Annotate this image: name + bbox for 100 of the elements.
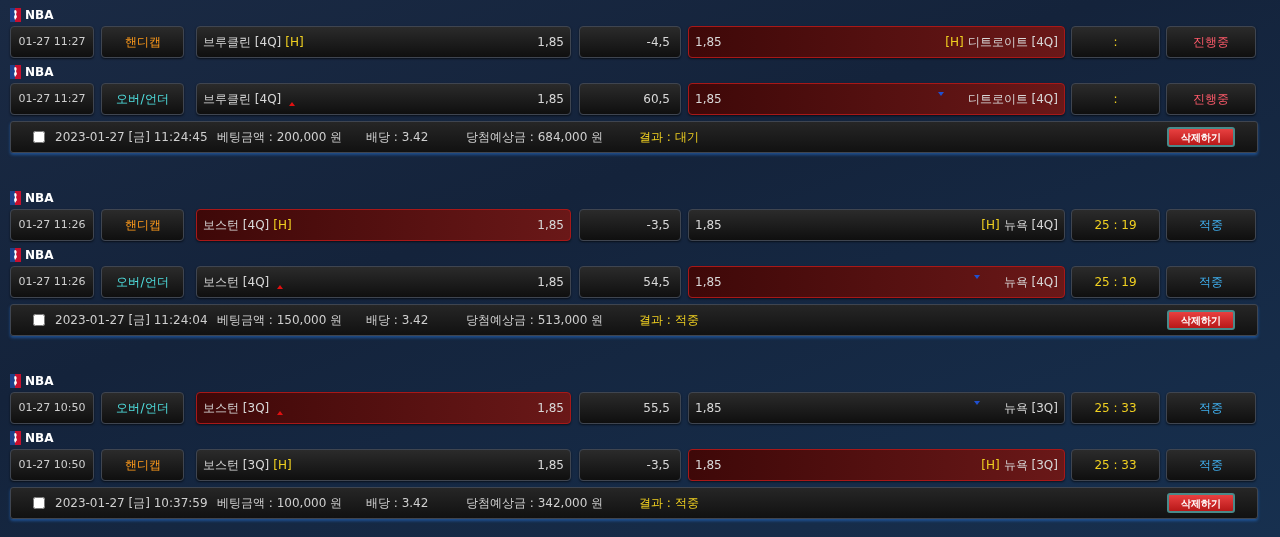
away-odds-button[interactable]: 1,85 [H] 디트로이트 [4Q] bbox=[688, 26, 1065, 58]
league-label: NBA bbox=[25, 190, 54, 207]
line-cell: -3,5 bbox=[579, 449, 681, 481]
away-tag: [H] bbox=[981, 216, 1000, 234]
league-label: NBA bbox=[25, 64, 54, 81]
select-checkbox[interactable] bbox=[33, 497, 45, 509]
delete-button[interactable]: 삭제하기 bbox=[1167, 127, 1235, 147]
away-odds-button[interactable]: 1,85 [H] 뉴욕 [3Q] bbox=[688, 449, 1065, 481]
home-odds-button[interactable]: 보스턴 [3Q] [H] 1,85 bbox=[196, 449, 571, 481]
status-cell: 진행중 bbox=[1166, 83, 1256, 115]
away-odds-button[interactable]: 1,85 [H] 뉴욕 [4Q] bbox=[688, 209, 1065, 241]
home-odds-button[interactable]: 브루클린 [4Q] 1,85 bbox=[196, 83, 571, 115]
odds-value: 1,85 bbox=[537, 91, 564, 108]
bet-result: 결과 : 대기 bbox=[639, 129, 699, 146]
team-name: 보스턴 [3Q] bbox=[203, 457, 270, 474]
league-logo-icon bbox=[10, 374, 21, 388]
odds-total: 배당 : 3.42 bbox=[366, 495, 430, 512]
time-cell: 01-27 10:50 bbox=[10, 449, 94, 481]
bet-result: 결과 : 적중 bbox=[639, 312, 699, 329]
bet-result: 결과 : 적중 bbox=[639, 495, 699, 512]
status-cell: 진행중 bbox=[1166, 26, 1256, 58]
league-label: NBA bbox=[25, 373, 54, 390]
away-odds-button[interactable]: 1,85 뉴욕 [3Q] bbox=[688, 392, 1065, 424]
league-logo-icon bbox=[10, 431, 21, 445]
up-arrow-icon bbox=[289, 102, 296, 106]
home-odds-button[interactable]: 브루클린 [4Q] [H] 1,85 bbox=[196, 26, 571, 58]
down-arrow-icon bbox=[937, 92, 944, 96]
bet-amount: 베팅금액 : 200,000 원 bbox=[217, 129, 344, 146]
odds-total: 배당 : 3.42 bbox=[366, 129, 430, 146]
time-cell: 01-27 11:27 bbox=[10, 26, 94, 58]
line-cell: 54,5 bbox=[579, 266, 681, 298]
team-name: 뉴욕 [4Q] bbox=[1003, 217, 1058, 234]
line-cell: -3,5 bbox=[579, 209, 681, 241]
score-cell: 25 : 33 bbox=[1071, 392, 1160, 424]
team-name: 보스턴 [4Q] bbox=[203, 217, 270, 234]
score-cell: 25 : 19 bbox=[1071, 266, 1160, 298]
status-cell: 적중 bbox=[1166, 209, 1256, 241]
line-cell: 60,5 bbox=[579, 83, 681, 115]
away-tag: [H] bbox=[981, 456, 1000, 474]
away-odds-button[interactable]: 1,85 디트로이트 [4Q] bbox=[688, 83, 1065, 115]
odds-value: 1,85 bbox=[537, 400, 564, 417]
bet-amount: 베팅금액 : 100,000 원 bbox=[217, 495, 344, 512]
up-arrow-icon bbox=[277, 285, 284, 289]
odds-value: 1,85 bbox=[537, 457, 564, 474]
up-arrow-icon bbox=[277, 411, 284, 415]
odds-value: 1,85 bbox=[537, 217, 564, 234]
score-cell: : bbox=[1071, 26, 1160, 58]
odds-value: 1,85 bbox=[695, 91, 722, 108]
bet-datetime: 2023-01-27 [금] 11:24:45 bbox=[55, 129, 209, 146]
odds-value: 1,85 bbox=[695, 457, 722, 474]
status-cell: 적중 bbox=[1166, 449, 1256, 481]
bet-type-cell: 핸디캡 bbox=[101, 449, 184, 481]
league-logo-icon bbox=[10, 65, 21, 79]
time-cell: 01-27 11:27 bbox=[10, 83, 94, 115]
league-label: NBA bbox=[25, 430, 54, 447]
home-odds-button[interactable]: 보스턴 [3Q] 1,85 bbox=[196, 392, 571, 424]
league-logo-icon bbox=[10, 248, 21, 262]
expected-payout: 당첨예상금 : 513,000 원 bbox=[466, 312, 605, 329]
team-name: 뉴욕 [3Q] bbox=[1003, 400, 1058, 417]
score-cell: 25 : 33 bbox=[1071, 449, 1160, 481]
bet-amount: 베팅금액 : 150,000 원 bbox=[217, 312, 344, 329]
team-name: 보스턴 [4Q] bbox=[203, 274, 270, 291]
away-tag: [H] bbox=[945, 33, 964, 51]
down-arrow-icon bbox=[973, 401, 980, 405]
odds-value: 1,85 bbox=[537, 274, 564, 291]
team-name: 뉴욕 [3Q] bbox=[1003, 457, 1058, 474]
time-cell: 01-27 10:50 bbox=[10, 392, 94, 424]
bet-type-cell: 오버/언더 bbox=[101, 266, 184, 298]
time-cell: 01-27 11:26 bbox=[10, 266, 94, 298]
odds-value: 1,85 bbox=[537, 34, 564, 51]
league-logo-icon bbox=[10, 8, 21, 22]
home-tag: [H] bbox=[273, 456, 292, 474]
delete-button[interactable]: 삭제하기 bbox=[1167, 310, 1235, 330]
away-odds-button[interactable]: 1,85 뉴욕 [4Q] bbox=[688, 266, 1065, 298]
line-cell: -4,5 bbox=[579, 26, 681, 58]
team-name: 브루클린 [4Q] bbox=[203, 34, 282, 51]
line-cell: 55,5 bbox=[579, 392, 681, 424]
score-cell: : bbox=[1071, 83, 1160, 115]
down-arrow-icon bbox=[973, 275, 980, 279]
expected-payout: 당첨예상금 : 684,000 원 bbox=[466, 129, 605, 146]
time-cell: 01-27 11:26 bbox=[10, 209, 94, 241]
bet-type-cell: 오버/언더 bbox=[101, 83, 184, 115]
odds-value: 1,85 bbox=[695, 274, 722, 291]
home-tag: [H] bbox=[273, 216, 292, 234]
home-odds-button[interactable]: 보스턴 [4Q] [H] 1,85 bbox=[196, 209, 571, 241]
select-checkbox[interactable] bbox=[33, 314, 45, 326]
delete-button[interactable]: 삭제하기 bbox=[1167, 493, 1235, 513]
team-name: 디트로이트 [4Q] bbox=[967, 91, 1058, 108]
select-checkbox[interactable] bbox=[33, 131, 45, 143]
status-cell: 적중 bbox=[1166, 392, 1256, 424]
status-cell: 적중 bbox=[1166, 266, 1256, 298]
home-tag: [H] bbox=[285, 33, 304, 51]
league-label: NBA bbox=[25, 7, 54, 24]
bet-datetime: 2023-01-27 [금] 11:24:04 bbox=[55, 312, 209, 329]
bet-type-cell: 핸디캡 bbox=[101, 209, 184, 241]
home-odds-button[interactable]: 보스턴 [4Q] 1,85 bbox=[196, 266, 571, 298]
bet-type-cell: 핸디캡 bbox=[101, 26, 184, 58]
team-name: 브루클린 [4Q] bbox=[203, 91, 282, 108]
odds-total: 배당 : 3.42 bbox=[366, 312, 430, 329]
odds-value: 1,85 bbox=[695, 217, 722, 234]
